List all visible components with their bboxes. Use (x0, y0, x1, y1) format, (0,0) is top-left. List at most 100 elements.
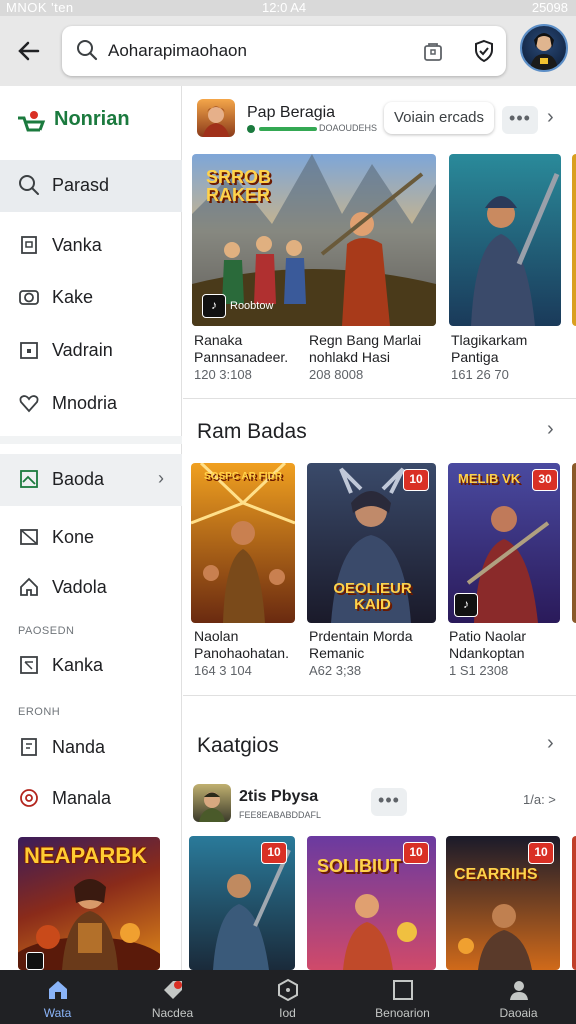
notification-badge: 30 (532, 469, 558, 491)
back-arrow-icon[interactable] (16, 38, 42, 64)
game-tile[interactable] (449, 154, 561, 326)
search-icon (76, 39, 98, 66)
game-tile[interactable]: SRROB RAKER ♪ Roobtow (192, 154, 436, 326)
nav-label: Nacdea (151, 1006, 194, 1020)
game-meta: 164 3 104 (194, 663, 252, 678)
chevron-right-icon[interactable]: › (547, 418, 554, 441)
top-bar (0, 16, 576, 86)
nav-item-benoarion[interactable]: Benoarion (345, 970, 460, 1024)
notification-badge: 10 (403, 842, 429, 864)
sidebar-item-kone[interactable]: Kone (0, 512, 182, 564)
home-icon (46, 978, 70, 1002)
game-meta: 161 26 70 (451, 367, 509, 382)
search-input[interactable] (108, 38, 398, 64)
game-title: Tlagikarkam (451, 332, 528, 348)
divider (0, 436, 182, 444)
section-title[interactable]: Ram Badas (197, 420, 307, 444)
bag-icon[interactable] (422, 40, 444, 67)
promo-card[interactable]: NEAPARBK (18, 837, 160, 970)
featured-app-icon[interactable] (197, 99, 235, 137)
game-tile[interactable]: SOSPC AR FIDR (191, 463, 295, 623)
sidebar-item-vanka[interactable]: Vanka (0, 220, 182, 272)
game-caption[interactable]: Tlagikarkam Pantiga 161 26 70 (451, 332, 561, 383)
nav-label: Iod (279, 1006, 296, 1020)
game-caption[interactable]: Naolan Panohaohatan. 164 3 104 (194, 628, 304, 679)
sidebar-item-parasd[interactable]: Parasd (0, 160, 182, 212)
game-subtitle: Pantiga (451, 349, 499, 365)
sidebar-item-vadola[interactable]: Vadola (0, 562, 182, 614)
sidebar: Nonrian Parasd Vanka Kake Vadrain Mnodri… (0, 86, 182, 970)
sidebar-item-kake[interactable]: Kake (0, 272, 182, 324)
game-caption[interactable]: Regn Bang Marlai nohlakd Hasi 208 8008 (309, 332, 439, 383)
main-content: Pap Beragia DOAOUDEHS Voiain ercads ••• … (183, 86, 576, 970)
game-logo: OEOLIEUR KAID (333, 580, 412, 613)
game-subtitle: Ndankoptan (449, 645, 525, 661)
file-icon (18, 736, 40, 758)
game-tile[interactable] (572, 463, 576, 623)
featured-app-name[interactable]: Pap Beragia (247, 104, 335, 122)
nav-item-wata[interactable]: Wata (0, 970, 115, 1024)
app-badge-icon: ♪ (454, 593, 478, 617)
bottom-nav: Wata Nacdea Iod Benoarion Daoaia (0, 970, 576, 1024)
chevron-right-icon[interactable]: › (547, 732, 554, 755)
game-caption[interactable]: Ranaka Pannsanadeer. 120 3:108 (194, 332, 304, 383)
game-tile[interactable]: 10 OEOLIEUR KAID (307, 463, 436, 623)
game-title: Prdentain Morda (309, 628, 413, 644)
section-title[interactable]: Kaatgios (197, 734, 279, 758)
game-title: Patio Naolar (449, 628, 527, 644)
sidebar-item-baoda[interactable]: Baoda › (0, 454, 182, 506)
game-title: Regn Bang Marlai (309, 332, 422, 348)
chevron-right-icon[interactable]: › (547, 106, 554, 129)
progress-bar (259, 127, 317, 131)
game-meta: 1 S1 2308 (449, 663, 509, 678)
notification-badge: 10 (528, 842, 554, 864)
game-caption[interactable]: Patio Naolar Ndankoptan 1 S1 2308 (449, 628, 561, 679)
game-badge-label: Roobtow (230, 300, 274, 312)
game-tile[interactable] (572, 836, 576, 970)
game-caption[interactable]: Prdentain Morda Remanic A62 3;38 (309, 628, 439, 679)
sidebar-item-nanda[interactable]: Nanda (0, 722, 182, 774)
nav-item-daoaia[interactable]: Daoaia (461, 970, 576, 1024)
game-tile[interactable]: CEARRIHS 10 (446, 836, 560, 970)
game-subtitle: Pannsanadeer. (194, 349, 289, 365)
nav-item-nacdea[interactable]: Nacdea (115, 970, 230, 1024)
game-meta: 208 8008 (309, 367, 364, 382)
count-label[interactable]: 1/a: > (523, 792, 556, 807)
search-box[interactable] (62, 26, 506, 76)
game-tile[interactable]: MELIB VK 30 ♪ (448, 463, 560, 623)
game-artwork (471, 173, 560, 326)
sidebar-item-mnodria[interactable]: Mnodria (0, 378, 182, 430)
app-badge-icon (26, 952, 44, 970)
game-artwork (191, 463, 295, 623)
more-options-button[interactable]: ••• (502, 106, 538, 134)
sidebar-item-vadrain[interactable]: Vadrain (0, 325, 182, 377)
game-tile[interactable] (572, 154, 576, 326)
carrier-label: MNOK 'ten (6, 0, 74, 15)
shield-icon[interactable] (472, 39, 496, 68)
promo-card-title: NEAPARBK (24, 843, 148, 868)
game-tile[interactable]: SOLIBIUT 10 (307, 836, 436, 970)
square-icon (391, 978, 415, 1002)
nav-label: Wata (43, 1006, 72, 1020)
status-indicators: 25098 (531, 0, 568, 15)
game-logo: SOSPC AR FIDR (204, 471, 282, 482)
search-icon (18, 174, 40, 196)
game-logo: MELIB VK (458, 471, 521, 486)
game-tile[interactable]: 10 (189, 836, 295, 970)
nav-item-iod[interactable]: Iod (230, 970, 345, 1024)
sidebar-item-label: Vadola (52, 577, 107, 597)
sidebar-item-label: Nanda (52, 737, 106, 757)
featured-app-icon[interactable] (193, 784, 231, 822)
more-options-button[interactable]: ••• (371, 788, 407, 816)
game-logo: SOLIBIUT (317, 856, 401, 876)
sidebar-item-manala[interactable]: Manala (0, 773, 182, 825)
game-title: Ranaka (194, 332, 243, 348)
brand-logo-icon (16, 110, 46, 141)
featured-app-name[interactable]: 2tis Pbysa (239, 788, 318, 806)
featured-action-button[interactable]: Voiain ercads (384, 102, 494, 134)
camera-icon (18, 286, 40, 308)
sidebar-item-label: Kanka (52, 655, 104, 675)
sidebar-item-kanka[interactable]: Kanka (0, 640, 182, 692)
sidebar-item-label: Baoda (52, 469, 105, 489)
avatar[interactable] (520, 24, 568, 72)
